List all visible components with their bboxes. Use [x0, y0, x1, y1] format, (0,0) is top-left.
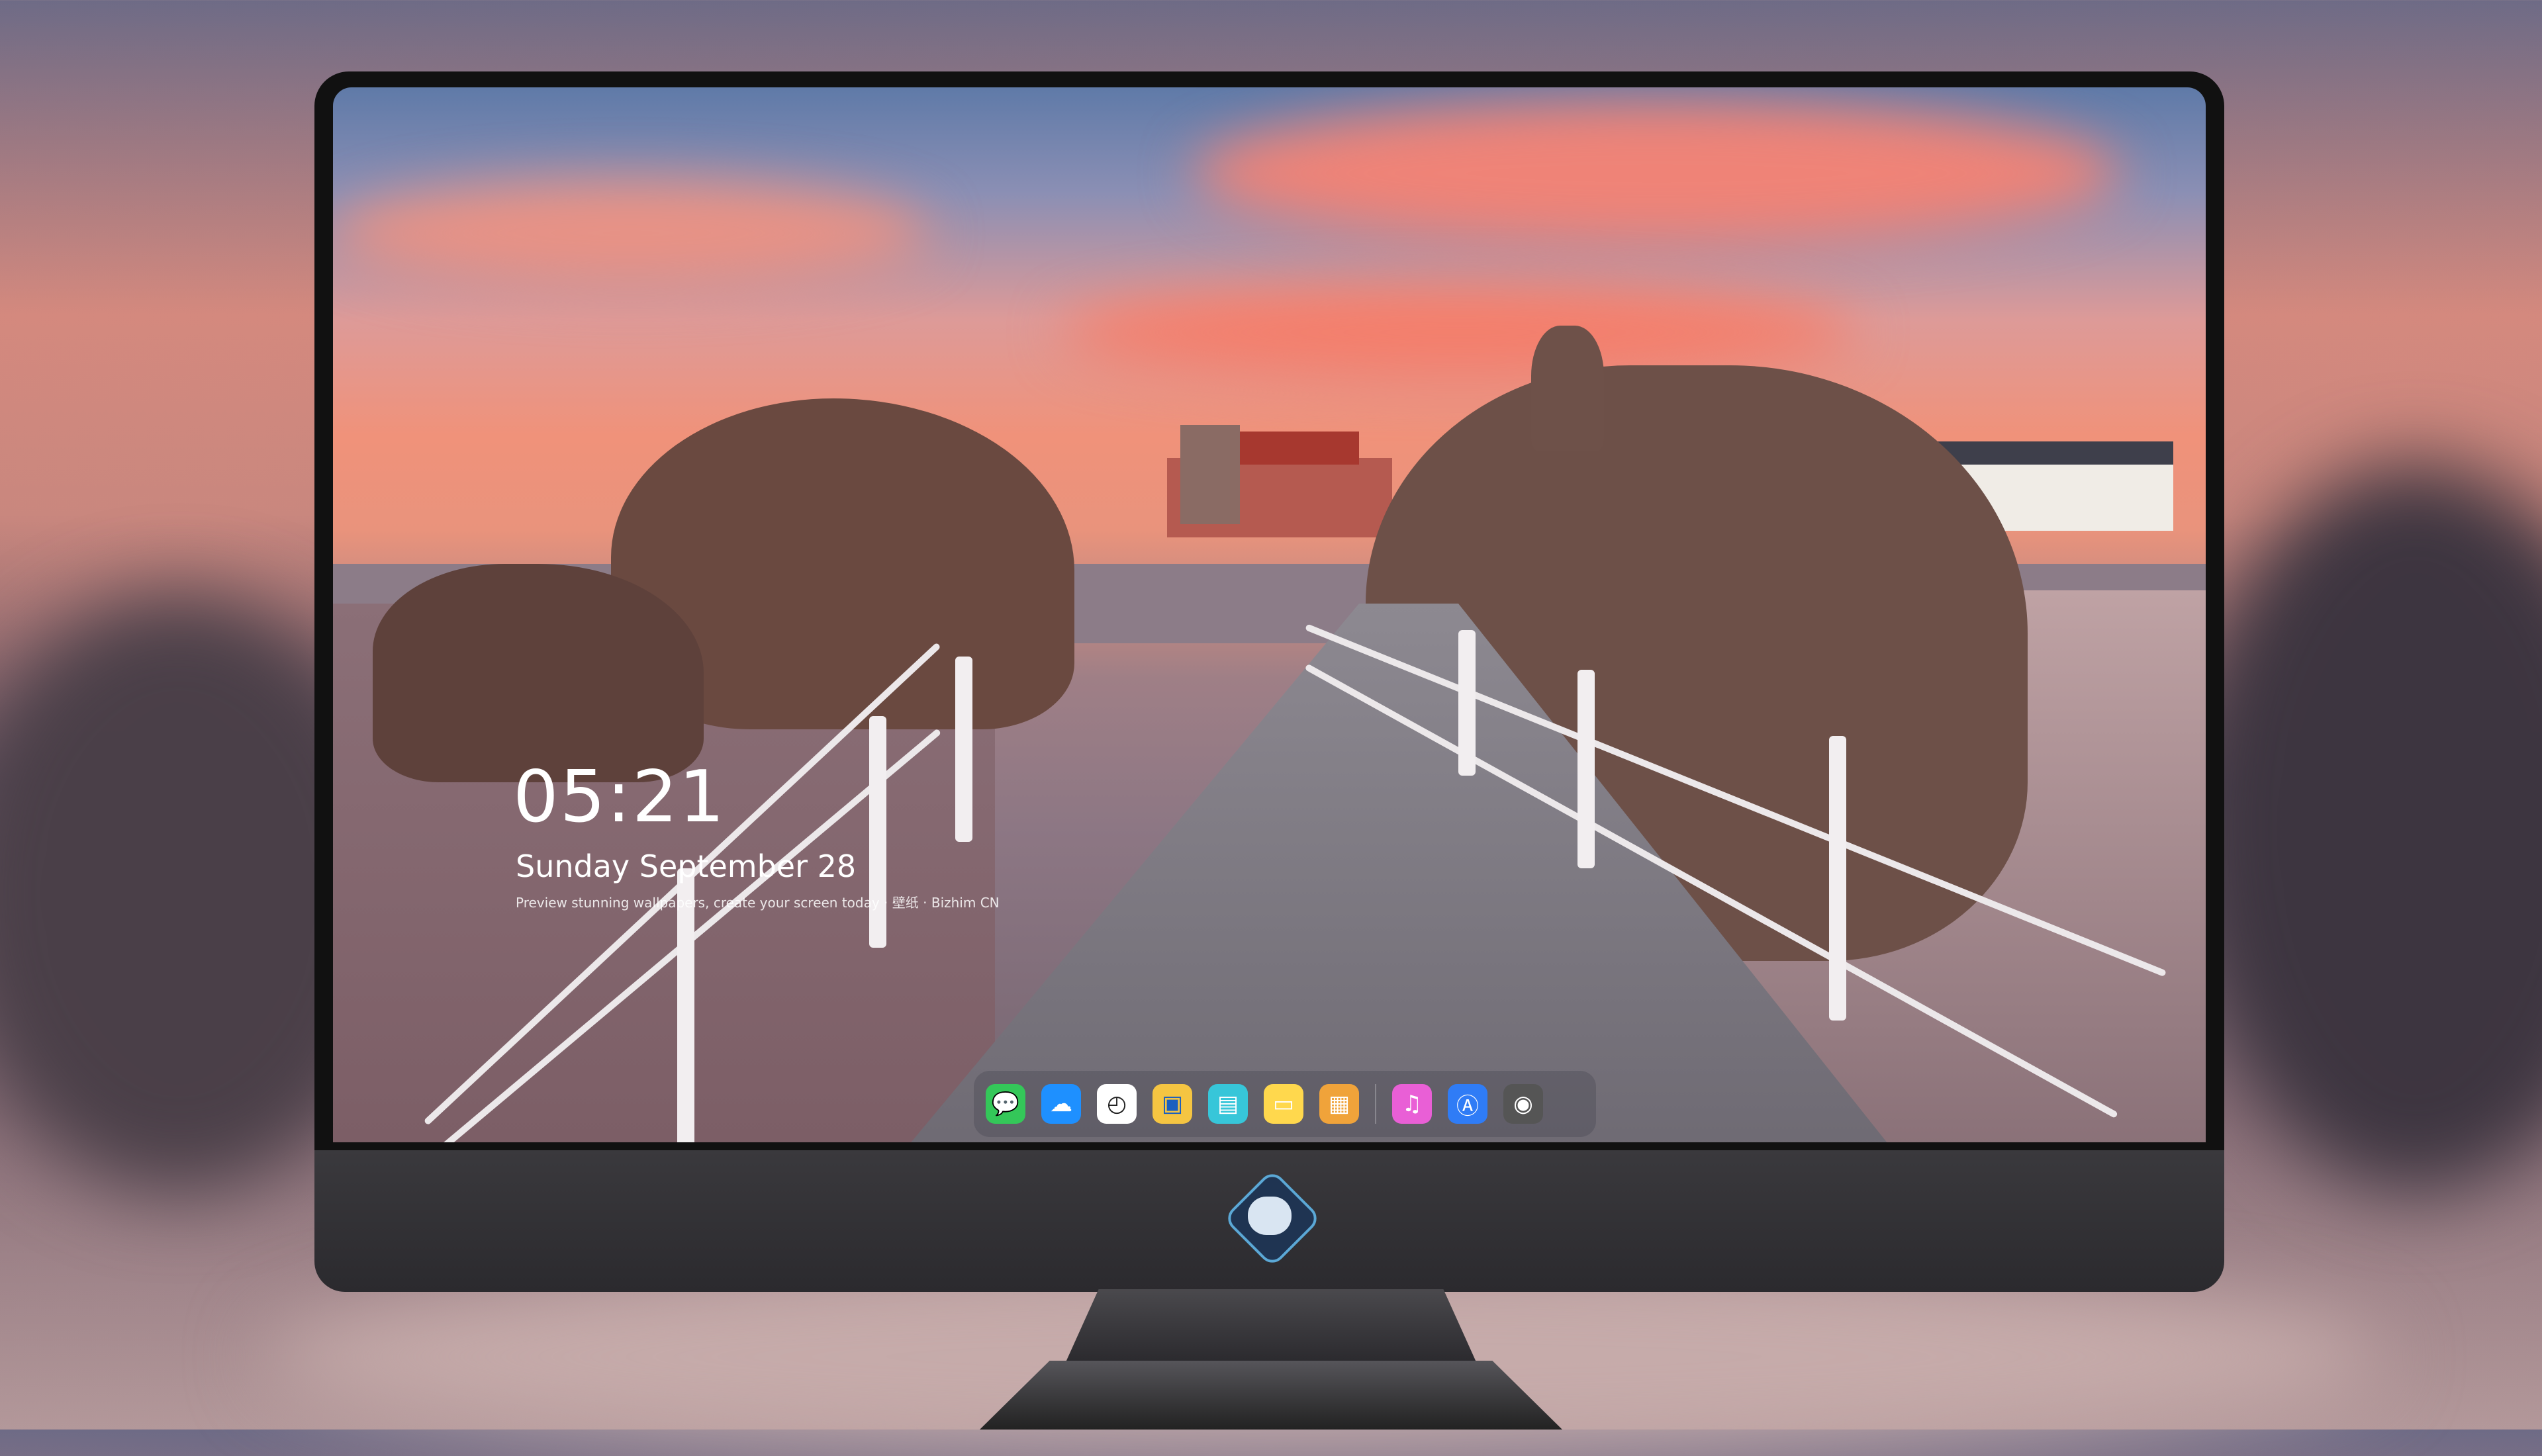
railing-post [1577, 670, 1595, 868]
monitor-stand-base [980, 1361, 1562, 1430]
wallpaper-caption[interactable]: Preview stunning wallpapers, create your… [516, 892, 1000, 911]
notes-icon[interactable]: ▭ [1264, 1084, 1303, 1124]
clapper-icon[interactable]: ▤ [1208, 1084, 1248, 1124]
dock-separator [1375, 1084, 1376, 1124]
photo-icon[interactable]: ▦ [1319, 1084, 1359, 1124]
camera-icon[interactable]: ◉ [1503, 1084, 1543, 1124]
cloud [1061, 286, 1856, 379]
screen-wallpaper[interactable]: 05:21 Sunday September 28 Preview stunni… [333, 87, 2206, 1142]
railing-post [955, 657, 972, 842]
weather-icon[interactable]: ☁ [1041, 1084, 1081, 1124]
cloud [1194, 101, 2120, 246]
dock: 💬 ☁ ◴ ▣ ▤ ▭ ▦ ♫ Ⓐ ◉ [974, 1071, 1596, 1137]
tower [1180, 425, 1240, 524]
mascot-face [1248, 1197, 1292, 1235]
preview-icon[interactable]: ▣ [1153, 1084, 1192, 1124]
railing-post [869, 716, 886, 948]
clock-time: 05:21 [513, 756, 726, 839]
monitor-stand-neck [1066, 1289, 1476, 1362]
rock-left-small [373, 564, 704, 782]
music-icon[interactable]: ♫ [1392, 1084, 1432, 1124]
app-store-icon[interactable]: Ⓐ [1448, 1084, 1487, 1124]
monitor: 05:21 Sunday September 28 Preview stunni… [314, 71, 2224, 1292]
background-blur-right [2185, 463, 2542, 1191]
cloud [333, 180, 929, 286]
clock-icon[interactable]: ◴ [1097, 1084, 1137, 1124]
railing-post [1829, 736, 1846, 1021]
clock-date: Sunday September 28 [516, 848, 857, 884]
railing-post [1458, 630, 1476, 776]
rock-spire [1531, 326, 1604, 451]
messages-icon[interactable]: 💬 [986, 1084, 1025, 1124]
